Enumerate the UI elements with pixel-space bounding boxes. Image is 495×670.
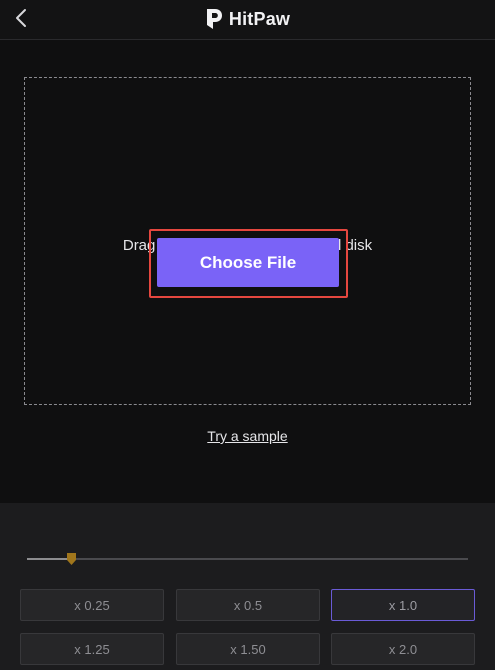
try-sample-link[interactable]: Try a sample <box>207 428 287 444</box>
upload-area: Drag and drop from Files or local disk C… <box>0 40 495 502</box>
drop-zone[interactable]: Drag and drop from Files or local disk C… <box>24 77 471 405</box>
speed-option-0-5[interactable]: x 0.5 <box>176 589 320 621</box>
slider-fill <box>27 558 71 560</box>
app-header: HitPaw <box>0 0 495 40</box>
try-sample-link-row: Try a sample <box>0 428 495 444</box>
choose-file-button[interactable]: Choose File <box>157 238 339 287</box>
hitpaw-logo-icon <box>206 9 222 29</box>
speed-option-1-25[interactable]: x 1.25 <box>20 633 164 665</box>
brand: HitPaw <box>0 0 495 38</box>
speed-option-1-0[interactable]: x 1.0 <box>331 589 475 621</box>
speed-option-1-50[interactable]: x 1.50 <box>176 633 320 665</box>
speed-option-0-25[interactable]: x 0.25 <box>20 589 164 621</box>
slider-thumb-icon <box>67 553 76 565</box>
playback-controls: x 0.25 x 0.5 x 1.0 x 1.25 x 1.50 x 2.0 <box>0 503 495 670</box>
speed-slider[interactable] <box>27 552 468 566</box>
slider-thumb[interactable] <box>67 553 76 565</box>
slider-track[interactable] <box>27 558 468 560</box>
brand-name: HitPaw <box>228 8 291 29</box>
speed-option-2-0[interactable]: x 2.0 <box>331 633 475 665</box>
